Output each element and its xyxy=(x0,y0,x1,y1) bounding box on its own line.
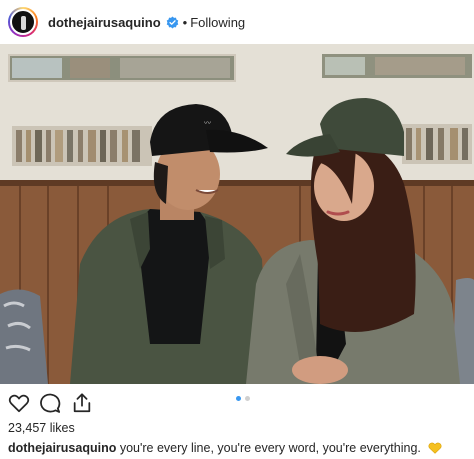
username-link[interactable]: dothejairusaquino xyxy=(48,15,161,30)
carousel-indicator xyxy=(236,396,250,401)
share-upload-icon[interactable] xyxy=(71,392,93,414)
avatar-image xyxy=(10,9,36,35)
post-header: dothejairusaquino • Following xyxy=(0,0,474,44)
likes-count[interactable]: 23,457 likes xyxy=(8,421,75,435)
yellow-heart-icon xyxy=(428,441,442,457)
avatar[interactable] xyxy=(8,7,38,37)
comment-bubble-icon[interactable] xyxy=(39,392,61,414)
svg-text:〰: 〰 xyxy=(204,120,211,127)
caption-text: you're every line, you're every word, yo… xyxy=(119,441,421,455)
carousel-dot xyxy=(245,396,250,401)
post-caption: dothejairusaquino you're every line, you… xyxy=(8,441,442,457)
following-label: Following xyxy=(190,14,246,30)
following-button[interactable]: • Following xyxy=(183,15,245,30)
caption-username[interactable]: dothejairusaquino xyxy=(8,441,116,455)
post-photo[interactable]: 〰 xyxy=(0,44,474,384)
carousel-dot-active xyxy=(236,396,241,401)
heart-outline-icon[interactable] xyxy=(8,392,30,414)
post-actions xyxy=(0,384,474,418)
verified-badge-icon xyxy=(166,16,179,29)
